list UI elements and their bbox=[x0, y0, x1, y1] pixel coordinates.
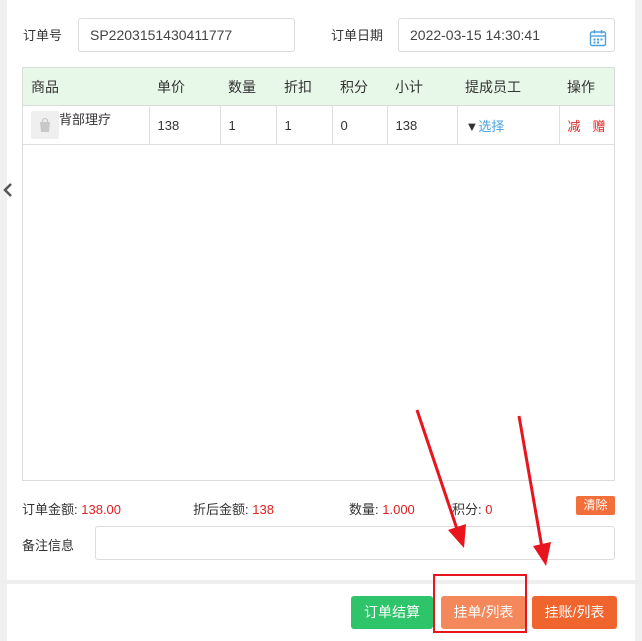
footer-divider bbox=[0, 580, 642, 584]
reduce-button[interactable]: 减 bbox=[568, 119, 581, 134]
chevron-left-icon[interactable] bbox=[2, 180, 14, 200]
operation-cell: 减赠 bbox=[559, 105, 614, 145]
order-amount-value: 138.00 bbox=[81, 502, 122, 517]
annotation-highlight-box bbox=[433, 574, 527, 633]
order-no-field[interactable]: SP2203151430411777 bbox=[78, 18, 295, 52]
order-amount-summary: 订单金额: 138.00 bbox=[22, 499, 121, 518]
right-panel-edge bbox=[635, 0, 642, 641]
col-header-operation: 操作 bbox=[559, 68, 614, 106]
qty-summary-label: 数量: bbox=[349, 502, 379, 517]
points-summary-label: 积分: bbox=[452, 502, 482, 517]
left-panel-edge bbox=[0, 0, 7, 641]
discount-cell[interactable]: 1 bbox=[276, 105, 333, 145]
qty-cell[interactable]: 1 bbox=[220, 105, 277, 145]
col-header-price: 单价 bbox=[149, 68, 220, 106]
calendar-icon[interactable] bbox=[589, 26, 607, 47]
subtotal-cell: 138 bbox=[387, 105, 458, 145]
gift-button[interactable]: 赠 bbox=[593, 119, 606, 134]
staff-cell: ▼选择 bbox=[457, 105, 560, 145]
discounted-amount-summary: 折后金额: 138 bbox=[193, 499, 274, 518]
col-header-subtotal: 小计 bbox=[387, 68, 457, 106]
col-header-product: 商品 bbox=[23, 68, 149, 106]
remark-label: 备注信息 bbox=[22, 538, 75, 553]
order-date-label: 订单日期 bbox=[331, 28, 384, 43]
qty-summary-value: 1.000 bbox=[382, 502, 415, 517]
staff-select-link[interactable]: 选择 bbox=[478, 119, 504, 134]
order-items-table: 商品 单价 数量 折扣 积分 小计 提成员工 操作 背部理疗 138 1 1 0… bbox=[22, 67, 615, 481]
remark-input[interactable] bbox=[95, 526, 615, 560]
order-date-value: 2022-03-15 14:30:41 bbox=[410, 27, 540, 43]
col-header-staff: 提成员工 bbox=[457, 68, 559, 106]
product-name: 背部理疗 bbox=[59, 112, 112, 127]
product-cell: 背部理疗 bbox=[23, 105, 150, 145]
qty-summary: 数量: 1.000 bbox=[349, 499, 415, 518]
col-header-qty: 数量 bbox=[220, 68, 276, 106]
hang-account-button[interactable]: 挂账/列表 bbox=[532, 596, 617, 629]
col-header-points: 积分 bbox=[332, 68, 387, 106]
table-header-row: 商品 单价 数量 折扣 积分 小计 提成员工 操作 bbox=[23, 68, 614, 106]
clear-button[interactable]: 清除 bbox=[576, 496, 615, 515]
points-cell[interactable]: 0 bbox=[332, 105, 388, 145]
points-summary: 积分: 0 bbox=[452, 499, 492, 518]
order-amount-label: 订单金额: bbox=[22, 502, 78, 517]
discounted-amount-value: 138 bbox=[252, 502, 274, 517]
discounted-amount-label: 折后金额: bbox=[193, 502, 249, 517]
order-no-label: 订单号 bbox=[23, 28, 63, 43]
checkout-button[interactable]: 订单结算 bbox=[351, 596, 433, 629]
points-summary-value: 0 bbox=[485, 502, 493, 517]
price-cell[interactable]: 138 bbox=[149, 105, 221, 145]
table-row: 背部理疗 138 1 1 0 138 ▼选择 减赠 bbox=[23, 105, 614, 145]
col-header-discount: 折扣 bbox=[276, 68, 332, 106]
order-date-field[interactable]: 2022-03-15 14:30:41 bbox=[398, 18, 615, 52]
dropdown-triangle-icon[interactable]: ▼ bbox=[466, 119, 479, 134]
product-bag-icon bbox=[31, 111, 59, 139]
